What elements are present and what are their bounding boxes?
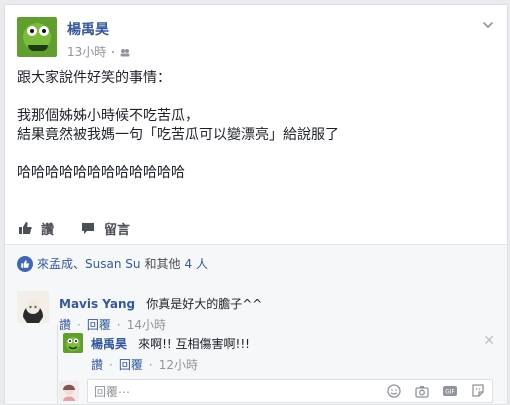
reply-placeholder: 回覆⋯ (94, 384, 131, 399)
likes-summary: 來孟成、Susan Su 和其他 4 人 (5, 244, 507, 284)
reply-thread-line (57, 325, 58, 404)
reply-author-avatar[interactable] (63, 333, 83, 353)
camera-icon[interactable] (414, 383, 430, 399)
comment-author[interactable]: Mavis Yang (59, 297, 135, 311)
comments-section: Mavis Yang 你真是好大的膽子^^ 讚 · 回覆 · 14小時 楊禹昊 … (5, 283, 507, 404)
like-button[interactable]: 讚 (17, 219, 54, 238)
post-line-1: 跟大家說件好笑的事情： (17, 70, 171, 86)
post-card: 楊禹昊 13小時 跟大家說件好笑的事情： 我那個姊姊小時候不吃苦瓜， 結果竟然被… (4, 4, 508, 405)
chevron-down-icon[interactable] (481, 17, 495, 31)
post-actions: 讚 留言 (17, 213, 495, 243)
like-button-label: 讚 (41, 222, 55, 238)
gif-icon[interactable]: GIF (442, 383, 458, 399)
post-time[interactable]: 13小時 (67, 43, 106, 60)
reply-reply-link[interactable]: 回覆 (119, 356, 143, 373)
svg-text:GIF: GIF (445, 389, 455, 396)
commenter-avatar[interactable] (17, 291, 49, 323)
comment-reply-link[interactable]: 回覆 (87, 316, 111, 333)
post-header: 楊禹昊 13小時 (17, 17, 495, 65)
comment-time[interactable]: 14小時 (127, 316, 166, 333)
reply-text: 來啊!! 互相傷害啊!!! (138, 337, 250, 351)
reply-composer: 回覆⋯ GIF (59, 379, 493, 403)
comment-text: 你真是好大的膽子^^ (146, 297, 263, 311)
reply-meta: 讚 · 回覆 · 12小時 (91, 356, 198, 373)
author-name[interactable]: 楊禹昊 (67, 19, 109, 39)
reply-tools: GIF (386, 383, 492, 399)
reply-author[interactable]: 楊禹昊 (91, 337, 127, 351)
sticker-icon[interactable] (470, 383, 486, 399)
post-line-4: 結果竟然被我媽一句「吃苦瓜可以變漂亮」給說服了 (17, 127, 339, 143)
friends-icon[interactable] (120, 47, 130, 57)
close-icon[interactable]: ✕ (483, 333, 495, 349)
comment-meta: 讚 · 回覆 · 14小時 (59, 316, 166, 333)
like-reaction-icon (17, 255, 33, 272)
post-line-6: 哈哈哈哈哈哈哈哈哈哈哈哈 (17, 165, 185, 181)
meta-dot (112, 50, 115, 53)
avatar-mouth (28, 45, 48, 51)
author-avatar[interactable] (17, 17, 57, 57)
post-body: 跟大家說件好笑的事情： 我那個姊姊小時候不吃苦瓜， 結果竟然被我媽一句「吃苦瓜可… (17, 69, 495, 183)
speech-bubble-icon (82, 223, 95, 234)
likes-connector: 和其他 (144, 257, 181, 271)
likes-count[interactable]: 4 人 (185, 255, 208, 272)
comment-button[interactable]: 留言 (80, 219, 130, 238)
post-meta: 13小時 (67, 43, 130, 60)
reply-input[interactable]: 回覆⋯ GIF (87, 379, 493, 403)
current-user-avatar (59, 381, 79, 401)
avatar-eye-left (27, 26, 37, 36)
comment-button-label: 留言 (104, 222, 131, 238)
avatar-eye-right (39, 26, 49, 36)
likes-names[interactable]: 來孟成、Susan Su (37, 255, 140, 272)
reply-like-link[interactable]: 讚 (91, 356, 103, 373)
post-line-3: 我那個姊姊小時候不吃苦瓜， (17, 108, 199, 124)
reply-time[interactable]: 12小時 (159, 356, 198, 373)
thumbs-up-icon (19, 222, 32, 234)
smiley-icon[interactable] (386, 383, 402, 399)
comment-like-link[interactable]: 讚 (59, 316, 71, 333)
